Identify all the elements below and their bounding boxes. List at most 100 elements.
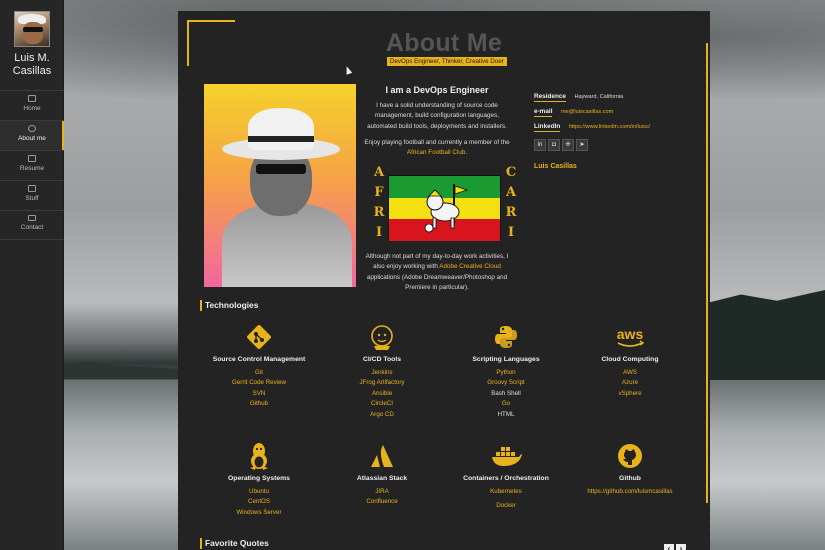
avatar[interactable]: [14, 11, 50, 47]
right-accent-line: [706, 43, 708, 503]
tech-item: CentOS: [247, 498, 270, 506]
intro-paragraph-3: Although not part of my day-to-day work …: [362, 252, 512, 293]
tech-group-title: Github: [619, 475, 641, 482]
sidebar-name: Luis M. Casillas: [12, 52, 52, 77]
aws-icon: aws: [617, 326, 645, 347]
linkedin-link[interactable]: https://www.linkedin.com/in/luisc/: [569, 124, 650, 130]
linkedin-icon[interactable]: in: [534, 139, 546, 151]
github-icon: [618, 444, 642, 468]
profile-photo: [204, 84, 356, 287]
tech-group-scripting: Scripting Languages Python Groovy Script…: [446, 322, 566, 420]
social-buttons: in ◘ ✣ ➤: [534, 139, 590, 151]
tech-group-title: CI/CD Tools: [362, 356, 401, 363]
favorite-quotes-heading: Favorite Quotes: [200, 538, 269, 549]
quotes-carousel-controls: ‹ ›: [662, 538, 686, 550]
african-football-club-link[interactable]: African Football Club: [407, 149, 465, 156]
tech-group-github: Github https://github.com/luismcasillas: [570, 441, 690, 497]
afri-letters: AFRI: [373, 165, 385, 240]
intro-heading: I am a DevOps Engineer: [385, 85, 489, 95]
user-circle-icon: [28, 125, 36, 132]
tech-item: Github: [249, 400, 269, 408]
atlassian-icon: [371, 445, 393, 467]
jenkins-icon: [371, 325, 393, 350]
tech-item: SVN: [252, 389, 266, 397]
tech-group-title: Cloud Computing: [601, 356, 659, 363]
docker-icon: [492, 447, 522, 466]
home-icon: [28, 95, 36, 102]
tech-item: Gerrit Code Review: [232, 379, 286, 387]
carousel-prev-button[interactable]: ‹: [664, 544, 674, 550]
tech-group-os: Operating Systems Ubuntu CentOS Windows …: [199, 441, 319, 518]
tech-item: Docker: [496, 502, 516, 510]
tech-item: HTML: [497, 410, 515, 418]
tech-item: Go: [501, 400, 511, 408]
briefcase-icon: [28, 185, 36, 192]
tech-item: Windows Server: [236, 508, 282, 516]
calendar-icon: [28, 155, 36, 162]
intro-p3-text-end: applications (Adobe Dreamweaver/Photosho…: [366, 273, 508, 291]
tech-item: AWS: [623, 369, 637, 376]
sidebar-item-label: Contact: [20, 224, 44, 231]
tech-group-scm: Source Control Management Git Gerrit Cod…: [199, 322, 319, 410]
tech-group-atlassian: Atlassian Stack JIRA Confluence: [322, 441, 442, 508]
python-icon: [495, 326, 517, 348]
sidebar-item-contact[interactable]: Contact: [0, 210, 64, 240]
sidebar-item-about-me[interactable]: About me: [0, 120, 64, 151]
signature-name: Luis Casillas: [534, 163, 577, 170]
tech-item: Azure: [621, 379, 639, 387]
technologies-heading: Technologies: [200, 300, 258, 311]
tech-item: Confluence: [366, 498, 398, 506]
page-title: About Me: [385, 29, 503, 57]
tech-item: Bash Shell: [491, 389, 521, 397]
page-subtitle: DevOps Engineer, Thinker, Creative Doer: [387, 57, 507, 66]
contact-linkedin: LinkedIn https://www.linkedin.com/in/lui…: [534, 115, 650, 133]
tech-item: Argo CD: [370, 410, 394, 418]
treeline-right: [705, 290, 825, 380]
sidebar: Luis M. Casillas Home About me Resume St…: [0, 0, 64, 550]
tech-group-title: Atlassian Stack: [356, 475, 408, 482]
sidebar-item-stuff[interactable]: Stuff: [0, 180, 64, 210]
instagram-icon[interactable]: ◘: [548, 139, 560, 151]
about-panel: About Me DevOps Engineer, Thinker, Creat…: [178, 11, 710, 550]
tech-item: vSphere: [618, 389, 642, 397]
git-icon: [247, 325, 271, 349]
intro-paragraph-2: Enjoy playing football and currently a m…: [364, 139, 510, 157]
intro-p2-text: Enjoy playing football and currently a m…: [364, 139, 510, 146]
tech-item: Groovy Script: [487, 379, 525, 387]
svg-text:aws: aws: [617, 326, 644, 342]
tech-item: CircleCI: [370, 400, 393, 408]
sidebar-item-resume[interactable]: Resume: [0, 150, 64, 180]
github-profile-link[interactable]: https://github.com/luismcasillas: [570, 487, 690, 497]
tech-item: Jenkins: [371, 369, 393, 376]
lion-of-judah-flag: [388, 175, 501, 241]
tech-item: JFrog Artifactory: [359, 379, 405, 387]
intro-paragraph-1: I have a solid understanding of source c…: [367, 102, 507, 130]
lion-icon: [424, 184, 469, 233]
tech-item: Python: [496, 369, 516, 376]
sidebar-item-label: Resume: [19, 165, 45, 172]
linkedin-label: LinkedIn: [534, 123, 561, 132]
tech-group-title: Containers / Orchestration: [463, 475, 549, 482]
tech-item: JIRA: [375, 488, 389, 495]
linux-icon: [250, 443, 268, 470]
adobe-creative-cloud-link[interactable]: Adobe Creative Cloud: [439, 263, 501, 270]
tech-item: Ubuntu: [249, 488, 269, 495]
sidebar-item-label: Stuff: [25, 195, 39, 202]
carousel-next-button[interactable]: ›: [676, 544, 686, 550]
cari-letters: CARI: [505, 165, 517, 240]
africari-flag: AFRI CARI: [368, 163, 518, 247]
treeline-left: [64, 362, 184, 379]
tech-item: Ansible: [371, 389, 393, 397]
tech-item: Kubernetes: [490, 488, 522, 495]
slack-icon[interactable]: ✣: [562, 139, 574, 151]
sidebar-item-home[interactable]: Home: [0, 90, 64, 120]
tech-group-cloud: aws Cloud Computing AWS Azure vSphere: [570, 322, 690, 399]
telegram-icon[interactable]: ➤: [576, 139, 588, 151]
tech-group-title: Source Control Management: [212, 356, 306, 363]
tech-item: Git: [255, 369, 263, 376]
tech-group-title: Scripting Languages: [472, 356, 540, 363]
tech-group-title: Operating Systems: [228, 475, 290, 482]
tech-group-containers: Containers / Orchestration Kubernetes Do…: [446, 441, 566, 512]
tech-group-cicd: CI/CD Tools Jenkins JFrog Artifactory An…: [322, 322, 442, 420]
sidebar-nav: Home About me Resume Stuff Contact: [0, 90, 64, 240]
